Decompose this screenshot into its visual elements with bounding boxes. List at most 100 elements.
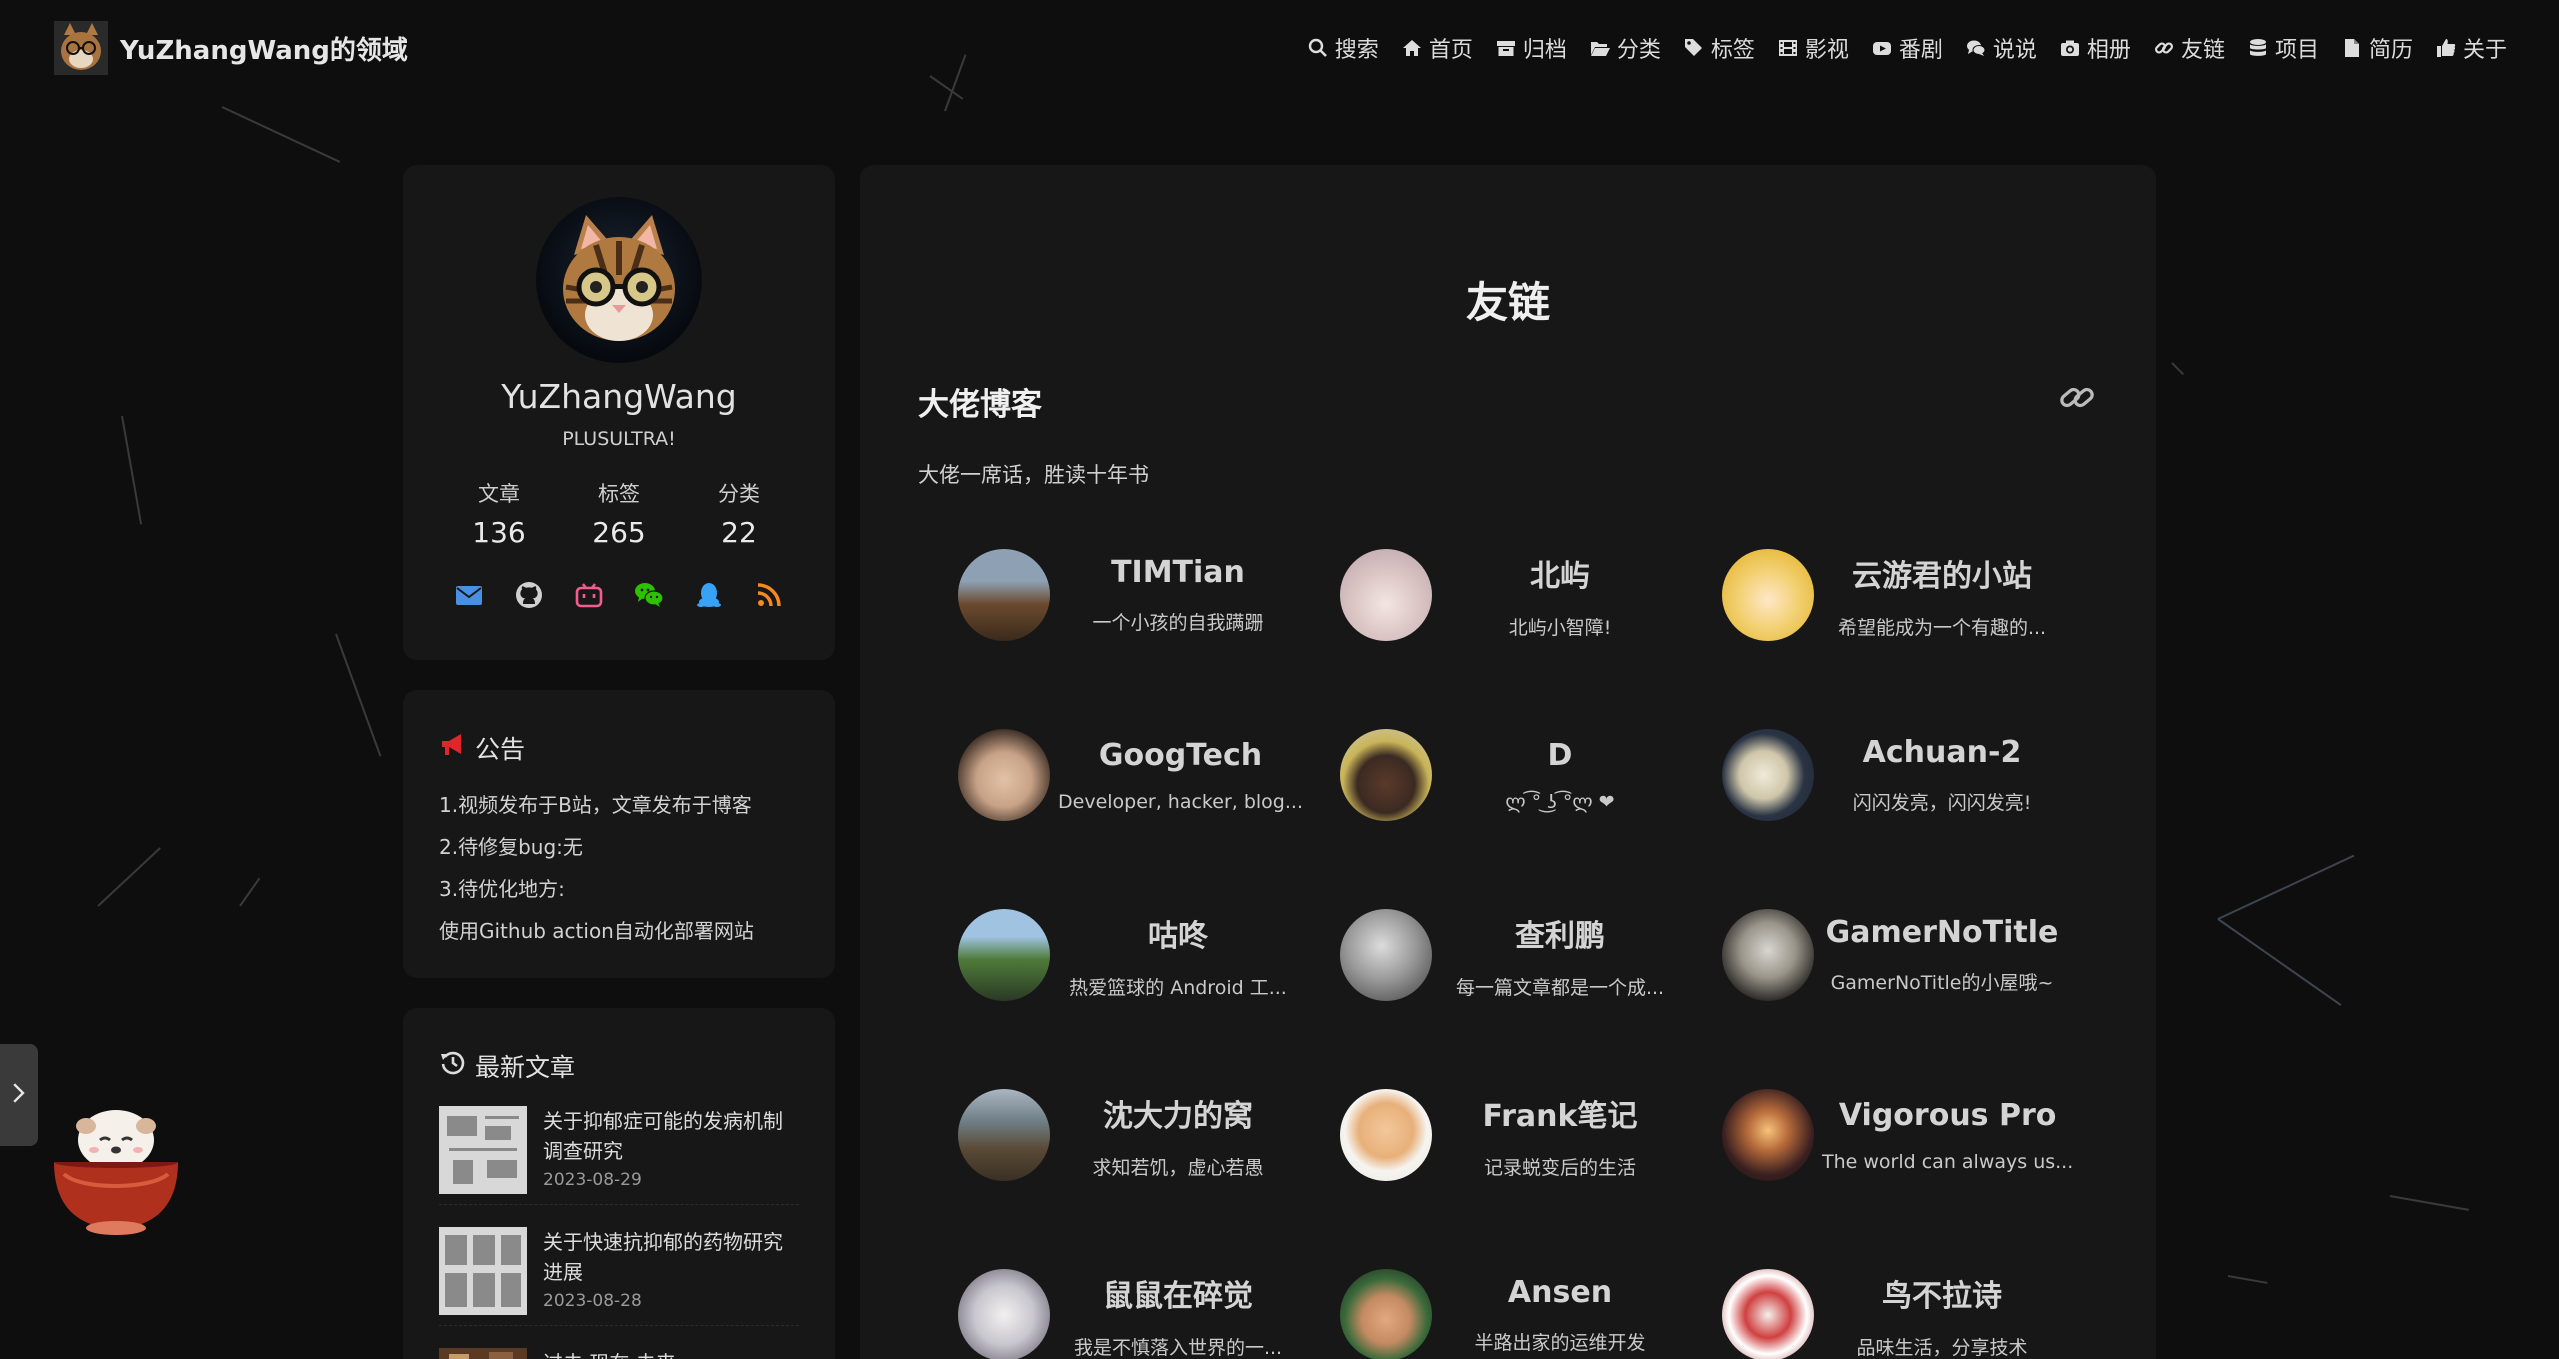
- friend-name: Achuan-2: [1862, 735, 2022, 770]
- stat-categories[interactable]: 分类 22: [679, 478, 799, 549]
- background-line: [2171, 362, 2185, 376]
- friend-avatar: [958, 1089, 1050, 1181]
- stat-label: 分类: [718, 482, 760, 506]
- friend-name: GamerNoTitle: [1825, 915, 2059, 950]
- profile-motto: PLUSULTRA!: [562, 428, 676, 450]
- recent-post[interactable]: 关于快速抗抑郁的药物研究 进展 2023-08-28: [439, 1227, 799, 1326]
- bilibili-icon[interactable]: [573, 579, 605, 611]
- friend-avatar: [958, 729, 1050, 821]
- camera-icon: [2059, 37, 2081, 59]
- profile-name: YuZhangWang: [501, 377, 737, 416]
- announcement-content: 1.视频发布于B站，文章发布于博客 2.待修复bug:无 3.待优化地方: 使用…: [439, 784, 799, 952]
- friend-card[interactable]: Vigorous Pro The world can always us...: [1722, 1080, 2073, 1190]
- nav-item-talks[interactable]: 说说: [1965, 32, 2037, 64]
- friend-card[interactable]: TIMTian 一个小孩的自我蹒跚: [958, 540, 1298, 650]
- friend-desc: ლ ͡° ͜ʖ ͡°ლ ❤: [1505, 790, 1615, 813]
- stat-value: 265: [592, 516, 646, 549]
- nav-item-label: 首页: [1428, 38, 1473, 63]
- friend-card[interactable]: GamerNoTitle GamerNoTitle的小屋哦~: [1722, 900, 2062, 1010]
- friend-desc: 一个小孩的自我蹒跚: [1092, 612, 1264, 634]
- background-line: [97, 847, 161, 907]
- link-icon[interactable]: [2056, 377, 2098, 419]
- nav-item-label: 相册: [2086, 38, 2131, 63]
- nav-item-archive[interactable]: 归档: [1495, 32, 1567, 64]
- nav-item-resume[interactable]: 简历: [2341, 32, 2413, 64]
- friend-desc: 北屿小智障!: [1508, 616, 1612, 639]
- file-icon: [2341, 37, 2363, 59]
- nav-item-label: 项目: [2274, 38, 2319, 63]
- friend-desc: GamerNoTitle的小屋哦~: [1830, 972, 2054, 994]
- nav-item-tags[interactable]: 标签: [1683, 32, 1755, 64]
- friend-avatar: [958, 549, 1050, 641]
- background-line: [121, 415, 143, 525]
- github-icon[interactable]: [513, 579, 545, 611]
- friend-card[interactable]: 查利鹏 每一篇文章都是一个成...: [1340, 900, 1680, 1010]
- section-description: 大佬一席话，胜读十年书: [918, 463, 1149, 487]
- site-brand[interactable]: YuZhangWang的领域: [54, 21, 408, 75]
- friend-name: 鸟不拉诗: [1882, 1278, 2002, 1314]
- film-icon: [1777, 37, 1799, 59]
- nav-item-label: 影视: [1804, 38, 1849, 63]
- friend-card[interactable]: Dლ ͡° ͜ʖ ͡°ლ ❤: [1340, 720, 1680, 830]
- friend-card[interactable]: 鼠鼠在碎觉 我是不慎落入世界的一...: [958, 1260, 1298, 1359]
- nav-item-about[interactable]: 关于: [2435, 32, 2507, 64]
- link-icon: [2153, 37, 2175, 59]
- announcement-line: 2.待修复bug:无: [439, 835, 583, 859]
- friend-card[interactable]: Frank笔记 记录蜕变后的生活: [1340, 1080, 1680, 1190]
- friend-desc: The world can always us...: [1822, 1150, 2074, 1173]
- friend-desc: 热爱篮球的 Android 工...: [1069, 976, 1287, 999]
- pet-widget[interactable]: [50, 1100, 182, 1240]
- announcement-line: 1.视频发布于B站，文章发布于博客: [439, 793, 752, 817]
- nav-item-label: 简历: [2368, 38, 2413, 63]
- post-title: 过去 现在 未来: [543, 1348, 676, 1359]
- qq-icon[interactable]: [693, 579, 725, 611]
- background-line: [2217, 918, 2342, 1006]
- friend-avatar: [1722, 549, 1814, 641]
- friend-card[interactable]: 鸟不拉诗 品味生活，分享技术: [1722, 1260, 2062, 1359]
- friend-card[interactable]: 咕咚 热爱篮球的 Android 工...: [958, 900, 1298, 1010]
- post-date: 2023-08-28: [543, 1291, 642, 1311]
- nav-item-home[interactable]: 首页: [1401, 32, 1473, 64]
- friend-desc: 每一篇文章都是一个成...: [1455, 976, 1665, 999]
- nav-item-projects[interactable]: 项目: [2247, 32, 2319, 64]
- stat-tags[interactable]: 标签 265: [559, 478, 679, 549]
- friend-name: 北屿: [1530, 558, 1590, 594]
- announcement-line: 使用Github action自动化部署网站: [439, 919, 754, 943]
- stat-label: 标签: [598, 482, 640, 506]
- friend-card[interactable]: Ansen 半路出家的运维开发: [1340, 1260, 1680, 1359]
- post-title: 调查研究: [543, 1139, 623, 1163]
- nav-item-movies[interactable]: 影视: [1777, 32, 1849, 64]
- recent-post[interactable]: 过去 现在 未来: [439, 1348, 799, 1359]
- nav-item-friends[interactable]: 友链: [2153, 32, 2225, 64]
- rss-icon[interactable]: [753, 579, 785, 611]
- announcement-card: 公告 1.视频发布于B站，文章发布于博客 2.待修复bug:无 3.待优化地方:…: [403, 690, 835, 978]
- friend-card[interactable]: 云游君的小站 希望能成为一个有趣的...: [1722, 540, 2062, 650]
- email-icon[interactable]: [453, 579, 485, 611]
- friend-card[interactable]: GoogTech Developer, hacker, blog...: [958, 720, 1303, 830]
- comments-icon: [1965, 37, 1987, 59]
- friend-avatar: [958, 1269, 1050, 1359]
- post-thumbnail: [439, 1227, 527, 1315]
- wechat-icon[interactable]: [633, 579, 665, 611]
- avatar[interactable]: [536, 197, 702, 363]
- friend-card[interactable]: Achuan-2 闪闪发亮，闪闪发亮!: [1722, 720, 2062, 830]
- page-title: 友链: [1465, 278, 1550, 327]
- nav-item-anime[interactable]: 番剧: [1871, 32, 1943, 64]
- stat-value: 136: [472, 516, 526, 549]
- announcement-line: 3.待优化地方:: [439, 877, 565, 901]
- friend-avatar: [1340, 549, 1432, 641]
- friend-card[interactable]: 沈大力的窝 求知若饥，虚心若愚: [958, 1080, 1298, 1190]
- recent-post[interactable]: 关于抑郁症可能的发病机制 调查研究 2023-08-29: [439, 1106, 799, 1205]
- stat-articles[interactable]: 文章 136: [439, 478, 559, 549]
- post-title: 进展: [543, 1260, 583, 1284]
- announcement-title: 公告: [439, 730, 799, 766]
- post-title: 关于抑郁症可能的发病机制: [543, 1109, 783, 1133]
- site-logo: [54, 21, 108, 75]
- nav-item-search[interactable]: 搜索: [1307, 32, 1379, 64]
- nav-item-categories[interactable]: 分类: [1589, 32, 1661, 64]
- nav-item-album[interactable]: 相册: [2059, 32, 2131, 64]
- friend-name: Frank笔记: [1482, 1098, 1638, 1134]
- friend-desc: Developer, hacker, blog...: [1058, 790, 1303, 813]
- friend-card[interactable]: 北屿北屿小智障!: [1340, 540, 1680, 650]
- sidebar-toggle-button[interactable]: [0, 1044, 38, 1146]
